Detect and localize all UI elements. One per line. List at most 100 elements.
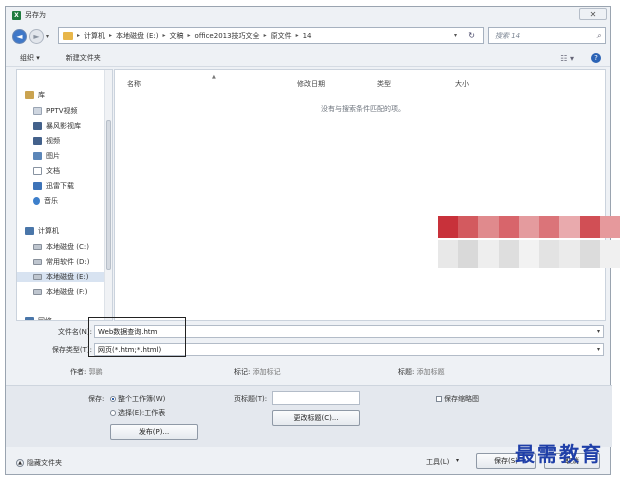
- sidebar-item-thunder-downloads[interactable]: 迅雷下载: [33, 181, 74, 191]
- mosaic-block: [518, 216, 540, 238]
- sidebar-item-library[interactable]: 库: [25, 90, 45, 100]
- breadcrumb-documents[interactable]: 文稿: [170, 31, 184, 41]
- change-title-button[interactable]: 更改标题(C)...: [272, 410, 360, 426]
- tools-menu-button[interactable]: 工具(L): [426, 457, 449, 467]
- tools-dropdown-icon[interactable]: ▾: [456, 457, 459, 464]
- navigation-bar: ◄ ► ▾ ▸ 计算机 ▸ 本地磁盘 (E:) ▸ 文稿 ▸ office201…: [6, 25, 610, 47]
- mosaic-block: [438, 240, 459, 268]
- sidebar-item-documents[interactable]: 文档: [33, 166, 60, 176]
- watermark-text: 最需教育: [515, 442, 603, 466]
- radio-selection-label: 选择(E):工作表: [118, 409, 166, 417]
- sidebar-item-drive-e[interactable]: 本地磁盘 (E:): [17, 272, 109, 282]
- page-title-input[interactable]: [272, 391, 360, 405]
- mosaic-block: [579, 240, 600, 268]
- sidebar-item-pictures[interactable]: 图片: [33, 151, 60, 161]
- sidebar-item-label: 本地磁盘 (F:): [46, 288, 88, 296]
- address-dropdown-icon[interactable]: ▾: [454, 32, 457, 39]
- drive-icon: [33, 274, 42, 280]
- save-thumbnail-checkbox[interactable]: 保存缩略图: [436, 394, 479, 404]
- recent-pages-dropdown-icon[interactable]: ▾: [46, 33, 49, 40]
- chevron-right-icon[interactable]: ▸: [163, 32, 166, 39]
- mosaic-block: [539, 240, 560, 268]
- filename-dropdown-icon[interactable]: ▾: [597, 328, 600, 335]
- close-button[interactable]: ✕: [579, 8, 607, 20]
- chevron-right-icon[interactable]: ▸: [77, 32, 80, 39]
- chevron-right-icon[interactable]: ▸: [296, 32, 299, 39]
- publish-button[interactable]: 发布(P)...: [110, 424, 198, 440]
- sidebar-item-drive-d[interactable]: 常用软件 (D:): [33, 257, 89, 267]
- drive-icon: [33, 289, 42, 295]
- pixelated-red-strip: [438, 216, 620, 238]
- sidebar-item-label: 暴风影视库: [46, 122, 81, 130]
- forward-button[interactable]: ►: [29, 28, 44, 44]
- window-title: 另存为: [25, 11, 46, 19]
- sidebar-item-network[interactable]: 网络: [25, 316, 52, 320]
- sidebar-item-label: 本地磁盘 (E:): [46, 273, 89, 281]
- author-value[interactable]: 郭鹏: [89, 368, 103, 376]
- empty-folder-message: 没有与搜索条件匹配的项。: [321, 105, 405, 113]
- new-folder-button[interactable]: 新建文件夹: [66, 53, 101, 63]
- picture-icon: [33, 152, 42, 160]
- chevron-right-icon[interactable]: ▸: [109, 32, 112, 39]
- search-input[interactable]: 搜索 14 ⌕: [488, 27, 606, 44]
- mosaic-block: [478, 240, 499, 268]
- sidebar-item-label: 迅雷下载: [46, 182, 74, 190]
- mosaic-block: [458, 216, 479, 238]
- sidebar-item-pptv[interactable]: PPTV视频: [33, 106, 78, 116]
- radio-selection-sheet[interactable]: 选择(E):工作表: [110, 408, 165, 418]
- view-options-icon[interactable]: ☷ ▾: [560, 54, 574, 63]
- help-icon[interactable]: ?: [591, 53, 601, 63]
- sidebar-item-computer[interactable]: 计算机: [25, 226, 59, 236]
- mosaic-block: [599, 216, 620, 238]
- title-label: 标题:: [398, 368, 415, 376]
- sidebar-item-drive-c[interactable]: 本地磁盘 (C:): [33, 242, 89, 252]
- checkbox-icon[interactable]: [436, 396, 442, 402]
- document-icon: [33, 167, 42, 175]
- breadcrumb-computer[interactable]: 计算机: [84, 31, 105, 41]
- column-header-type[interactable]: 类型: [377, 79, 391, 89]
- navigation-pane: 库 PPTV视频 暴风影视库 视频 图片 文档 迅雷下载 音乐 计算机 本地磁盘…: [16, 69, 113, 321]
- title-value[interactable]: 添加标题: [417, 368, 445, 376]
- tags-value[interactable]: 添加标记: [253, 368, 281, 376]
- sidebar-item-label: 计算机: [38, 227, 59, 235]
- sidebar-item-drive-f[interactable]: 本地磁盘 (F:): [33, 287, 88, 297]
- filetype-label: 保存类型(T):: [51, 346, 92, 354]
- back-button[interactable]: ◄: [12, 28, 27, 44]
- column-header-size[interactable]: 大小: [455, 79, 469, 89]
- sidebar-item-label: PPTV视频: [46, 107, 78, 115]
- radio-selected-icon[interactable]: [110, 396, 116, 402]
- sidebar-item-baofeng[interactable]: 暴风影视库: [33, 121, 81, 131]
- column-header-date-modified[interactable]: 修改日期: [297, 79, 325, 89]
- navigation-scrollbar[interactable]: [104, 70, 112, 320]
- hide-folders-toggle[interactable]: ▲ 隐藏文件夹: [16, 458, 62, 468]
- save-thumbnail-label: 保存缩略图: [444, 395, 479, 403]
- breadcrumb-drive-e[interactable]: 本地磁盘 (E:): [116, 31, 158, 41]
- chevron-right-icon[interactable]: ▸: [264, 32, 267, 39]
- collapse-icon: ▲: [16, 459, 24, 467]
- file-list-pane: ▲ 名称 修改日期 类型 大小 没有与搜索条件匹配的项。: [114, 69, 606, 321]
- mosaic-block: [498, 240, 519, 268]
- filetype-dropdown-icon[interactable]: ▾: [597, 346, 600, 353]
- breadcrumb-office-tips[interactable]: office2013技巧文全: [195, 31, 260, 41]
- filename-label: 文件名(N):: [57, 328, 92, 336]
- refresh-icon[interactable]: ↻: [468, 31, 475, 40]
- column-header-name[interactable]: 名称: [127, 79, 141, 89]
- sidebar-item-music[interactable]: 音乐: [33, 196, 58, 206]
- mosaic-block: [539, 216, 560, 238]
- breadcrumb-source-files[interactable]: 原文件: [271, 31, 292, 41]
- chevron-right-icon[interactable]: ▸: [188, 32, 191, 39]
- folder-icon: [63, 31, 73, 40]
- scroll-thumb[interactable]: [106, 120, 111, 270]
- search-icon[interactable]: ⌕: [597, 31, 601, 41]
- excel-app-icon: X: [12, 10, 21, 20]
- organize-button[interactable]: 组织 ▾: [20, 53, 40, 63]
- radio-unselected-icon[interactable]: [110, 410, 116, 416]
- mosaic-block: [579, 216, 600, 238]
- computer-icon: [25, 227, 34, 235]
- sidebar-item-videos[interactable]: 视频: [33, 136, 60, 146]
- drive-icon: [33, 259, 42, 265]
- breadcrumb-14[interactable]: 14: [303, 32, 312, 40]
- search-placeholder: 搜索 14: [495, 31, 521, 40]
- address-bar[interactable]: ▸ 计算机 ▸ 本地磁盘 (E:) ▸ 文稿 ▸ office2013技巧文全 …: [58, 27, 484, 44]
- radio-whole-workbook[interactable]: 整个工作簿(W): [110, 394, 165, 404]
